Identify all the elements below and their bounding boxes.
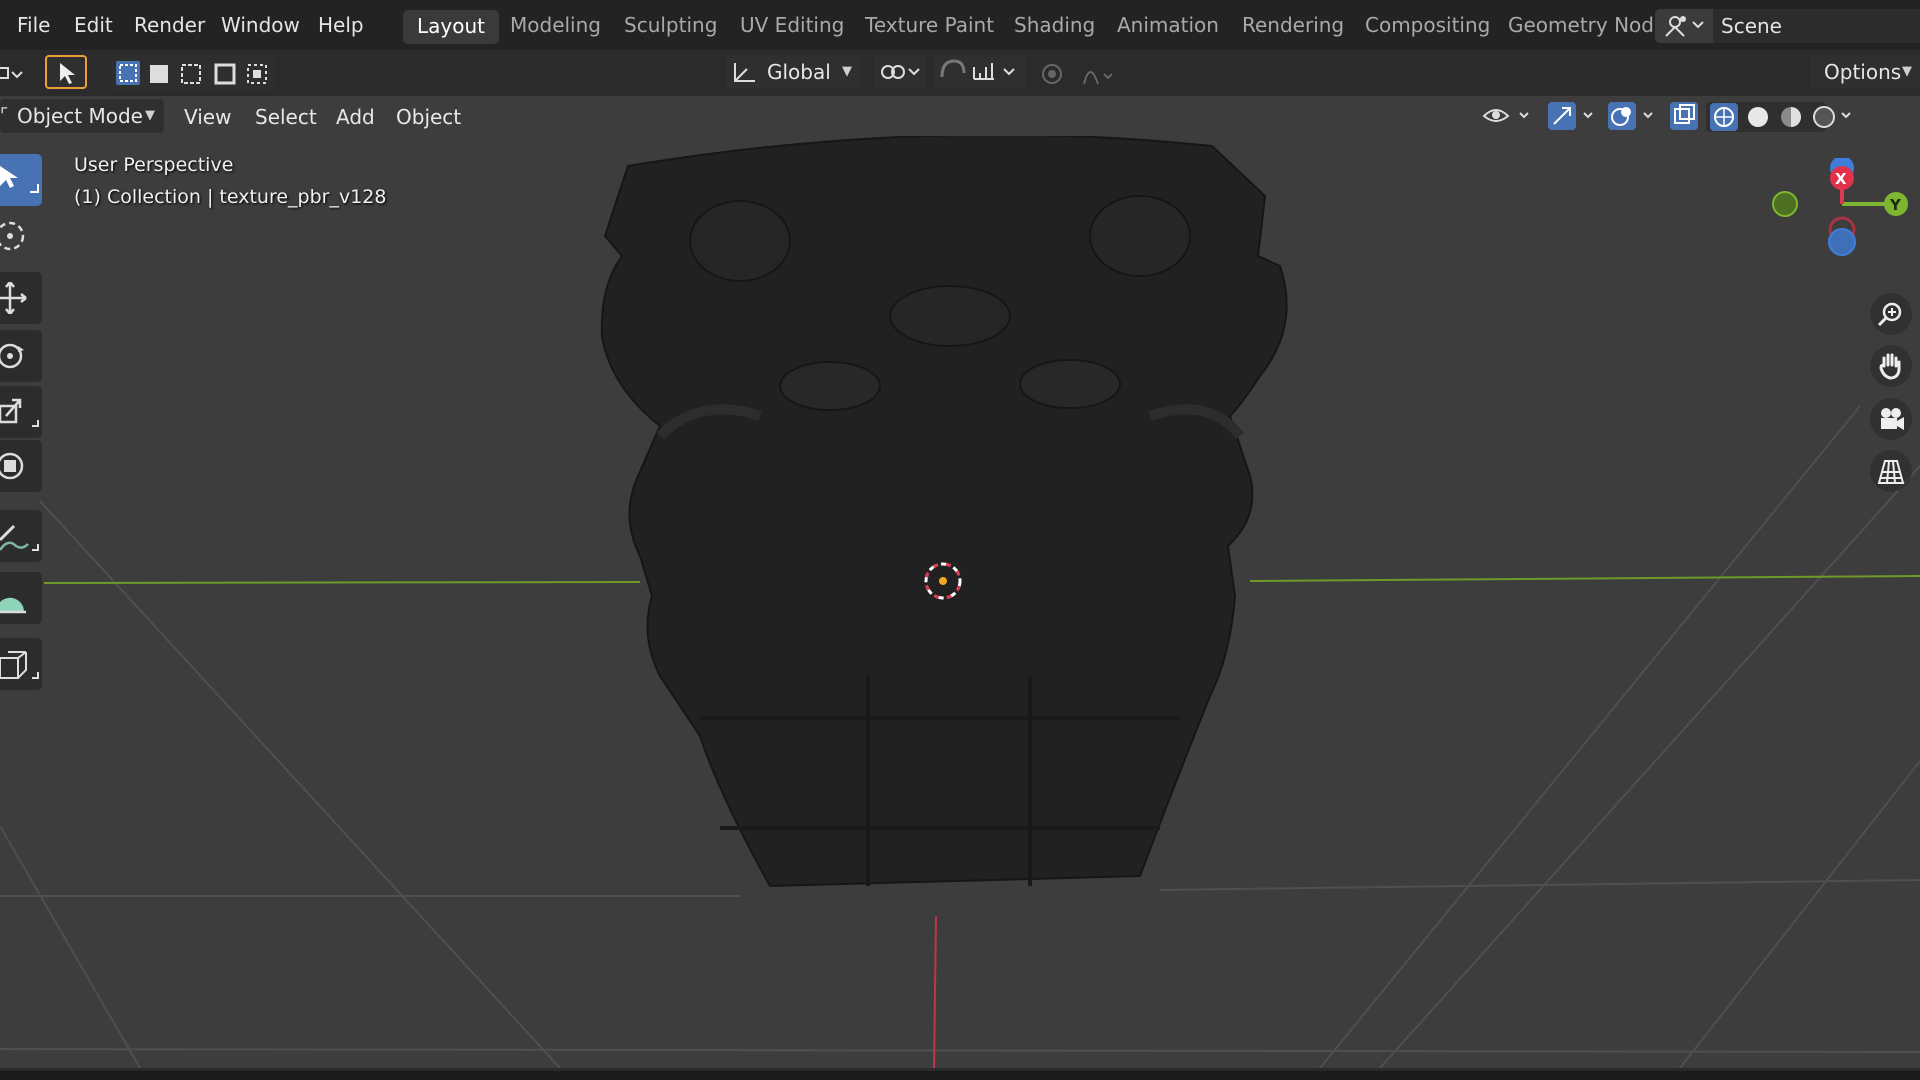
tool-annotate[interactable] bbox=[0, 510, 42, 562]
tool-cursor[interactable] bbox=[0, 210, 42, 262]
mesh-object bbox=[600, 136, 1288, 888]
selection-mode-group bbox=[112, 56, 276, 90]
object-mode-label: Object Mode bbox=[17, 104, 143, 128]
menu-edit[interactable]: Edit bbox=[74, 13, 113, 37]
snap-group[interactable] bbox=[934, 55, 1026, 89]
tool-select-box-button[interactable] bbox=[45, 55, 87, 89]
tab-sculpting[interactable]: Sculpting bbox=[624, 13, 717, 37]
tool-rotate[interactable] bbox=[0, 330, 42, 382]
tab-modeling[interactable]: Modeling bbox=[510, 13, 601, 37]
solid-icon bbox=[1748, 107, 1768, 127]
orientation-icon bbox=[734, 63, 755, 82]
tab-geometry-nodes[interactable]: Geometry Nod bbox=[1508, 13, 1654, 37]
menu-select[interactable]: Select bbox=[255, 105, 317, 129]
tool-move[interactable] bbox=[0, 272, 42, 324]
y-axis-line bbox=[43, 581, 641, 584]
neg-y-axis-ball bbox=[1772, 191, 1798, 217]
select-cursor-icon bbox=[60, 63, 75, 84]
tool-select[interactable] bbox=[0, 154, 42, 206]
status-bar-edge bbox=[0, 1068, 1920, 1080]
top-menu-bar: File Edit Render Window Help Layout Mode… bbox=[0, 0, 1920, 50]
tab-uv-editing[interactable]: UV Editing bbox=[740, 13, 844, 37]
tab-rendering[interactable]: Rendering bbox=[1242, 13, 1344, 37]
menu-add[interactable]: Add bbox=[336, 105, 375, 129]
hand-icon bbox=[1879, 353, 1901, 380]
rotate-icon bbox=[0, 343, 24, 369]
add-cube-icon bbox=[0, 651, 39, 679]
tab-shading[interactable]: Shading bbox=[1014, 13, 1095, 37]
cursor-icon bbox=[0, 221, 25, 251]
menu-view[interactable]: View bbox=[184, 105, 231, 129]
menu-render[interactable]: Render bbox=[134, 13, 205, 37]
active-object-label: (1) Collection | texture_pbr_v128 bbox=[74, 186, 387, 208]
tab-compositing[interactable]: Compositing bbox=[1365, 13, 1490, 37]
options-label: Options bbox=[1824, 60, 1902, 84]
camera-view-button[interactable] bbox=[1870, 398, 1912, 440]
gizmo-y-label: Y bbox=[1890, 196, 1901, 214]
grid-icon bbox=[1877, 460, 1905, 484]
camera-icon bbox=[1881, 408, 1904, 430]
move-icon bbox=[0, 282, 27, 314]
editor-type-icon[interactable] bbox=[0, 62, 26, 86]
object-mode-dropdown[interactable]: ⌜ Object Mode ▼ bbox=[0, 99, 164, 133]
chevron-down-icon: ▼ bbox=[842, 64, 852, 79]
orientation-dropdown[interactable]: Global ▼ bbox=[725, 55, 860, 89]
transform-icon bbox=[0, 452, 24, 480]
pan-button[interactable] bbox=[1870, 345, 1912, 387]
selection-mode-icons[interactable] bbox=[112, 56, 276, 90]
mode-icon: ⌜ bbox=[0, 105, 9, 126]
zoom-icon bbox=[1877, 302, 1902, 327]
3d-viewport[interactable]: User Perspective (1) Collection | textur… bbox=[0, 136, 1920, 1068]
menu-window[interactable]: Window bbox=[221, 13, 300, 37]
viewport-header: ⌜ Object Mode ▼ View Select Add Object bbox=[0, 96, 1920, 136]
tab-texture-paint[interactable]: Texture Paint bbox=[865, 13, 994, 37]
snap-icon bbox=[940, 59, 1015, 80]
select-cursor-icon bbox=[0, 166, 39, 193]
viewport-shading-controls[interactable] bbox=[1480, 100, 1920, 134]
chevron-down-icon: ▼ bbox=[145, 108, 155, 123]
view-perspective-label: User Perspective bbox=[74, 154, 234, 176]
scene-browse-button[interactable] bbox=[1655, 9, 1713, 43]
menu-object[interactable]: Object bbox=[396, 105, 461, 129]
measure-icon bbox=[0, 597, 26, 614]
orientation-label: Global bbox=[767, 60, 831, 84]
chevron-down-icon: ▼ bbox=[1902, 64, 1912, 79]
options-dropdown[interactable]: Options ▼ bbox=[1810, 55, 1920, 89]
tab-layout[interactable]: Layout bbox=[403, 10, 499, 44]
pivot-point-dropdown[interactable] bbox=[874, 55, 926, 89]
visibility-icon bbox=[1482, 109, 1529, 122]
annotate-icon bbox=[0, 524, 39, 551]
gizmo-x-label: X bbox=[1835, 170, 1847, 188]
tool-header: Global ▼ Options ▼ bbox=[0, 50, 1920, 96]
proportional-edit-icon[interactable] bbox=[1036, 60, 1116, 88]
rendered-icon bbox=[1813, 106, 1835, 128]
tool-transform[interactable] bbox=[0, 440, 42, 492]
scene-name: Scene bbox=[1721, 14, 1782, 38]
tool-measure[interactable] bbox=[0, 572, 42, 624]
menu-help[interactable]: Help bbox=[318, 13, 364, 37]
tool-add-cube[interactable] bbox=[0, 638, 42, 690]
tool-scale[interactable] bbox=[0, 386, 42, 438]
menu-file[interactable]: File bbox=[17, 13, 50, 37]
viewport-scene bbox=[0, 136, 1920, 1068]
scene-icon bbox=[1665, 16, 1704, 37]
scale-icon bbox=[0, 398, 39, 427]
ortho-toggle-button[interactable] bbox=[1870, 450, 1912, 492]
tab-animation[interactable]: Animation bbox=[1117, 13, 1219, 37]
zoom-button[interactable] bbox=[1870, 293, 1912, 335]
neg-z-axis-ball bbox=[1828, 228, 1856, 256]
pivot-icon bbox=[881, 65, 920, 79]
